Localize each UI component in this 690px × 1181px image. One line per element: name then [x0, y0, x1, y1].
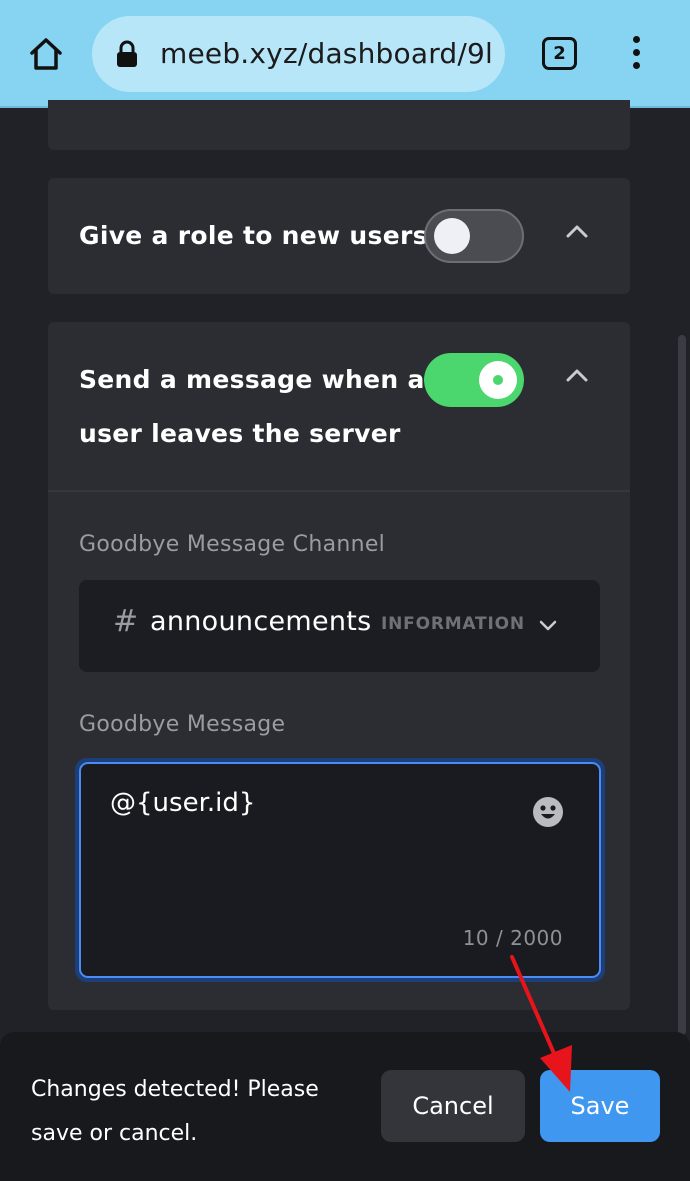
lock-icon	[116, 40, 138, 72]
message-label: Goodbye Message	[79, 712, 286, 737]
browser-toolbar: meeb.xyz/dashboard/9l 2	[0, 0, 690, 108]
channel-select[interactable]: # announcements INFORMATION	[79, 580, 600, 672]
chevron-up-icon[interactable]	[565, 220, 589, 244]
leave-section-title-line1: Send a message when a	[79, 365, 425, 394]
toggle-knob	[479, 361, 517, 399]
channel-label: Goodbye Message Channel	[79, 532, 386, 557]
role-toggle[interactable]	[424, 209, 524, 263]
role-section-card: Give a role to new users	[48, 178, 630, 294]
leave-section-card: Send a message when a user leaves the se…	[48, 322, 630, 1010]
message-textarea-focus-ring: @{user.id} 10 / 2000	[75, 758, 605, 982]
save-button[interactable]: Save	[540, 1070, 660, 1142]
message-value: @{user.id}	[110, 788, 256, 818]
divider	[48, 490, 630, 492]
role-section-title: Give a role to new users	[79, 221, 428, 250]
page-scrollbar[interactable]	[678, 335, 686, 1035]
leave-section-title-line2: user leaves the server	[79, 419, 401, 448]
unsaved-changes-bar: Changes detected! Please save or cancel.…	[0, 1032, 690, 1181]
channel-category: INFORMATION	[381, 614, 525, 634]
channel-value: announcements	[150, 606, 372, 637]
leave-message-toggle[interactable]	[424, 353, 524, 407]
previous-section-card	[48, 100, 630, 150]
home-icon[interactable]	[22, 30, 70, 78]
hash-icon: #	[113, 604, 139, 639]
changes-message: Changes detected! Please save or cancel.	[31, 1077, 319, 1146]
address-bar[interactable]: meeb.xyz/dashboard/9l	[92, 16, 505, 92]
toggle-knob	[434, 218, 470, 254]
char-count: 10 / 2000	[462, 926, 563, 950]
chevron-up-icon[interactable]	[565, 364, 589, 388]
url-text: meeb.xyz/dashboard/9l	[160, 37, 494, 70]
overflow-menu-icon[interactable]	[622, 36, 650, 74]
chevron-down-icon	[537, 614, 559, 640]
cancel-button[interactable]: Cancel	[381, 1070, 525, 1142]
goodbye-message-input[interactable]: @{user.id} 10 / 2000	[79, 762, 601, 978]
tabs-button[interactable]: 2	[542, 37, 577, 70]
emoji-icon[interactable]	[532, 796, 564, 832]
